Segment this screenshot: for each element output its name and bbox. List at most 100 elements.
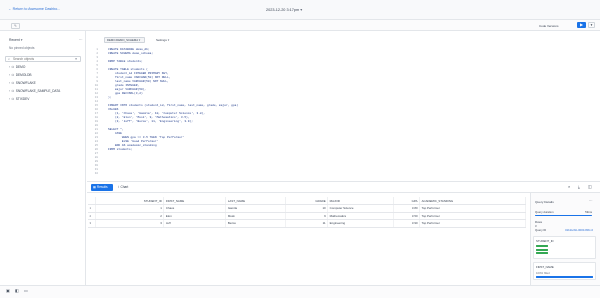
column-header[interactable]: FIRST_NAME [163,197,227,205]
return-link[interactable]: ← Return to Awesome Dashbo... [8,7,60,11]
code-versions-button[interactable]: Code Versions [539,24,559,28]
sidebar-item-demoldb[interactable]: › ⛁ DEMOLDB [9,73,32,79]
database-name: DEMO [15,65,26,69]
cell-grade[interactable]: 10 [285,204,329,213]
cell-student-id[interactable]: 2 [95,212,165,220]
sql-editor[interactable]: CREATE DATABASE demo_db; CREATE SCHEMA de… [108,48,238,177]
cell-major[interactable]: Mathematics [327,212,395,220]
search-icon[interactable]: ⌕ [568,184,570,189]
table-icon: ▦ [93,184,97,189]
cell-student-id[interactable]: 3 [95,219,165,228]
database-icon: ⛁ [11,73,15,77]
worksheet-title-text: 2023-12-20 3:17pm [266,8,300,12]
duration-bar-fill [535,214,592,216]
header-row: STUDENT_ID FIRST_NAME LAST_NAME GRADE MA… [88,197,526,205]
context-selector[interactable]: DEMO.DEMO_SCHEMA ▾ [104,37,145,43]
chevron-right-icon: › [9,65,11,69]
panel-icon[interactable]: ▭ [24,288,28,293]
line-number: 32 [94,172,98,176]
recent-header[interactable]: Recent ▾ [9,38,22,42]
cell-first-name[interactable]: Jeff [163,219,227,228]
rows-value: 3 [535,223,537,228]
column-header[interactable]: MAJOR [327,197,395,205]
chevron-right-icon: › [9,89,11,93]
cell-major[interactable]: Computer Science [327,204,395,213]
tab-results[interactable]: ▦ Results [91,183,113,191]
cell-gpa[interactable]: 3.90 [393,219,421,228]
line-number-gutter: 1 2 3 4 5 6 7 8 9 10 11 12 13 14 15 16 17 18 19 20 21 22 23 24 2… [88,48,98,177]
bottom-status-bar [0,285,600,298]
more-icon[interactable]: ⋯ [79,38,82,42]
cell-gpa[interactable]: 3.50 [393,212,421,220]
cell-major[interactable]: Engineering [327,219,395,228]
cell-last-name[interactable]: Musk [225,212,287,220]
table-row[interactable]: 3 3 Jeff Bezos 11 Engineering 3.90 Top P… [88,219,526,228]
student-id-label: STUDENT_ID [536,239,554,243]
download-icon[interactable]: ⤓ [578,184,580,189]
first-name-filled: 100% filled [536,271,550,275]
cell-academic-standing[interactable]: Top Performer [419,212,526,220]
column-header[interactable]: ACADEMIC_STANDING [419,197,526,205]
object-search-input[interactable] [13,56,73,62]
sidebar-item-demo[interactable]: › ⛁ DEMO [9,65,25,71]
histogram-bar [536,245,548,247]
worksheet-title[interactable]: 2023-12-20 3:17pm ▾ [266,7,302,12]
duration-value: 59ms [585,210,592,214]
chevron-down-icon: ▾ [300,8,303,12]
tab-chart[interactable]: ⌇ Chart [118,184,128,190]
context-label: DEMO.DEMO_SCHEMA [107,38,138,42]
histogram-bar [536,248,548,251]
column-header[interactable]: GPA [393,197,421,205]
cell-last-name[interactable]: Bezos [225,219,287,228]
layout-icon[interactable]: ▣ [6,288,10,293]
cell-first-name[interactable]: Chaos [163,204,227,213]
query-id-link[interactable]: 01b11cbb-0000-80fc-0 [551,228,593,232]
cell-academic-standing[interactable]: Top Performer [419,219,526,228]
column-header[interactable] [88,197,97,205]
sidebar-item-stixdev[interactable]: › ⛁ STIXDEV [9,97,29,103]
cell-grade[interactable]: 9 [285,212,329,220]
column-header[interactable]: LAST_NAME [225,197,287,205]
database-icon: ⛁ [11,65,15,69]
search-icon: ⌕ [8,56,11,61]
table-row[interactable]: 1 1 Chaos Gamila 10 Computer Science 3.8… [88,204,526,213]
play-icon: ▶ [580,22,583,27]
column-header[interactable]: STUDENT_ID [95,197,165,205]
sidebar-toggle-button[interactable]: ✎ [11,22,20,29]
cell-first-name[interactable]: Elon [163,212,227,220]
edit-icon: ✎ [13,23,17,28]
database-icon: ⛁ [11,97,15,101]
settings-label: Settings [156,38,167,42]
filter-icon[interactable]: ≡ [75,57,77,61]
column-header[interactable]: GRADE [285,197,329,205]
recent-label: Recent [9,38,20,42]
row-number: 3 [88,219,97,228]
more-icon[interactable]: ⋯ [589,199,592,203]
run-button[interactable]: ▶ [577,21,586,28]
chevron-down-icon: ▾ [138,38,141,42]
cell-gpa[interactable]: 3.80 [393,204,421,213]
database-name: DEMOLDB [15,73,32,77]
chevron-right-icon: › [9,73,11,77]
database-name: SNOWFLAKE_SAMPLE_DATA [15,89,61,93]
run-options-button[interactable]: ▾ [588,21,595,28]
database-name: SNOWFLAKE [15,81,36,85]
cell-last-name[interactable]: Gamila [225,204,287,213]
sidebar-item-snowflake-sample-data[interactable]: › ⛁ SNOWFLAKE_SAMPLE_DATA [9,89,60,95]
tab-results-label: Results [96,184,108,189]
split-view-icon[interactable]: ◧ [15,288,19,293]
settings-dropdown[interactable]: Settings ▾ [156,37,169,43]
cell-grade[interactable]: 11 [285,219,329,228]
duration-label: Query duration [535,210,554,214]
sidebar-item-snowflake[interactable]: › ⛁ SNOWFLAKE [9,81,36,87]
table-row[interactable]: 2 2 Elon Musk 9 Mathematics 3.50 Top Per… [88,212,526,220]
panel-toggle-icon[interactable]: ◫ [588,184,592,189]
results-grid: STUDENT_ID FIRST_NAME LAST_NAME GRADE MA… [88,197,526,228]
cell-academic-standing[interactable]: Top Performer [419,204,526,213]
results-tabbar [87,182,600,193]
chevron-down-icon: ▾ [590,22,593,27]
chevron-down-icon: ▾ [20,38,23,42]
cell-student-id[interactable]: 1 [95,204,165,213]
chevron-right-icon: › [9,81,11,85]
